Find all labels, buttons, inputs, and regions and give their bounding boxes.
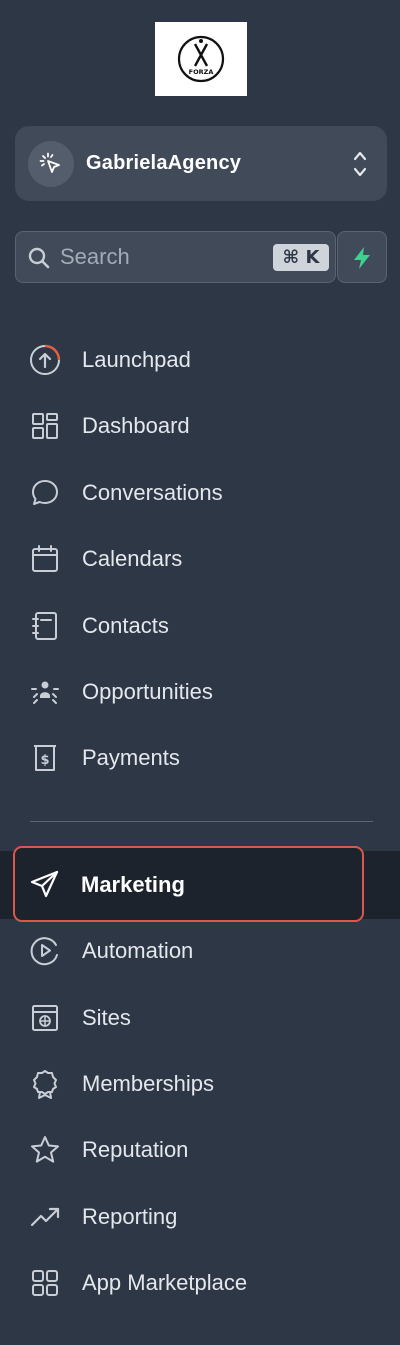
nav-item-app-marketplace[interactable]: App Marketplace [15,1255,387,1311]
send-icon [30,870,59,898]
nav-label: Reputation [82,1137,189,1162]
nav-label: Sites [82,1005,131,1030]
forza-logo-icon: FORZA [177,35,225,83]
nav-label: Dashboard [82,413,190,438]
nav-label: Automation [82,938,194,963]
nav-label: Payments [82,745,180,770]
sites-icon [32,1005,58,1031]
nav-label: Contacts [82,613,169,638]
trending-up-icon [30,1207,60,1227]
nav-label: Calendars [82,546,183,571]
payments-icon: $ [34,745,56,771]
nav-label: Reporting [82,1204,178,1229]
nav-label: Launchpad [82,347,191,372]
chat-bubble-icon [32,480,58,505]
nav-item-launchpad[interactable]: Launchpad [15,332,387,388]
calendar-icon [32,545,58,572]
nav-label: Memberships [82,1071,215,1096]
account-switcher[interactable]: GabrielaAgency [15,126,387,201]
nav-item-opportunities[interactable]: Opportunities [15,664,387,720]
account-name: GabrielaAgency [86,152,242,174]
nav-item-memberships[interactable]: Memberships [15,1056,387,1112]
nav-label: Conversations [82,480,223,505]
nav-item-contacts[interactable]: Contacts [15,598,387,654]
nav-label: Marketing [81,872,185,897]
launchpad-icon [30,344,61,375]
nav-item-marketing[interactable]: Marketing [13,846,364,922]
svg-text:$: $ [40,753,49,768]
opportunities-icon [31,681,59,704]
nav-item-reputation[interactable]: Reputation [15,1122,387,1178]
search-input[interactable] [60,242,260,272]
search-box[interactable]: ⌘ K [15,231,336,283]
nav-item-sites[interactable]: Sites [15,990,387,1046]
search-shortcut-badge: ⌘ K [273,244,329,271]
chevron-up-down-icon [353,151,367,177]
nav-item-dashboard[interactable]: Dashboard [15,398,387,454]
account-avatar [28,141,74,187]
contact-book-icon [32,612,57,640]
nav-item-conversations[interactable]: Conversations [15,465,387,521]
sidebar: FORZA GabrielaAgency ⌘ K [0,0,400,1345]
star-icon [31,1136,59,1163]
nav-divider [30,821,373,822]
bolt-icon [354,247,370,269]
dashboard-grid-icon [32,413,58,439]
agency-logo[interactable]: FORZA [155,22,247,96]
nav-label: Opportunities [82,679,213,704]
search-icon [28,247,50,269]
nav-item-reporting[interactable]: Reporting [15,1189,387,1245]
quick-action-button[interactable] [337,231,387,283]
nav-item-payments[interactable]: $ Payments [15,730,387,786]
svg-text:FORZA: FORZA [189,68,214,76]
automation-icon [30,937,58,966]
nav-item-automation[interactable]: Automation [15,923,387,979]
nav-label: App Marketplace [82,1270,248,1295]
apps-grid-icon [32,1270,58,1296]
award-icon [33,1070,57,1099]
nav-item-calendars[interactable]: Calendars [15,531,387,587]
cursor-click-icon [39,152,60,173]
